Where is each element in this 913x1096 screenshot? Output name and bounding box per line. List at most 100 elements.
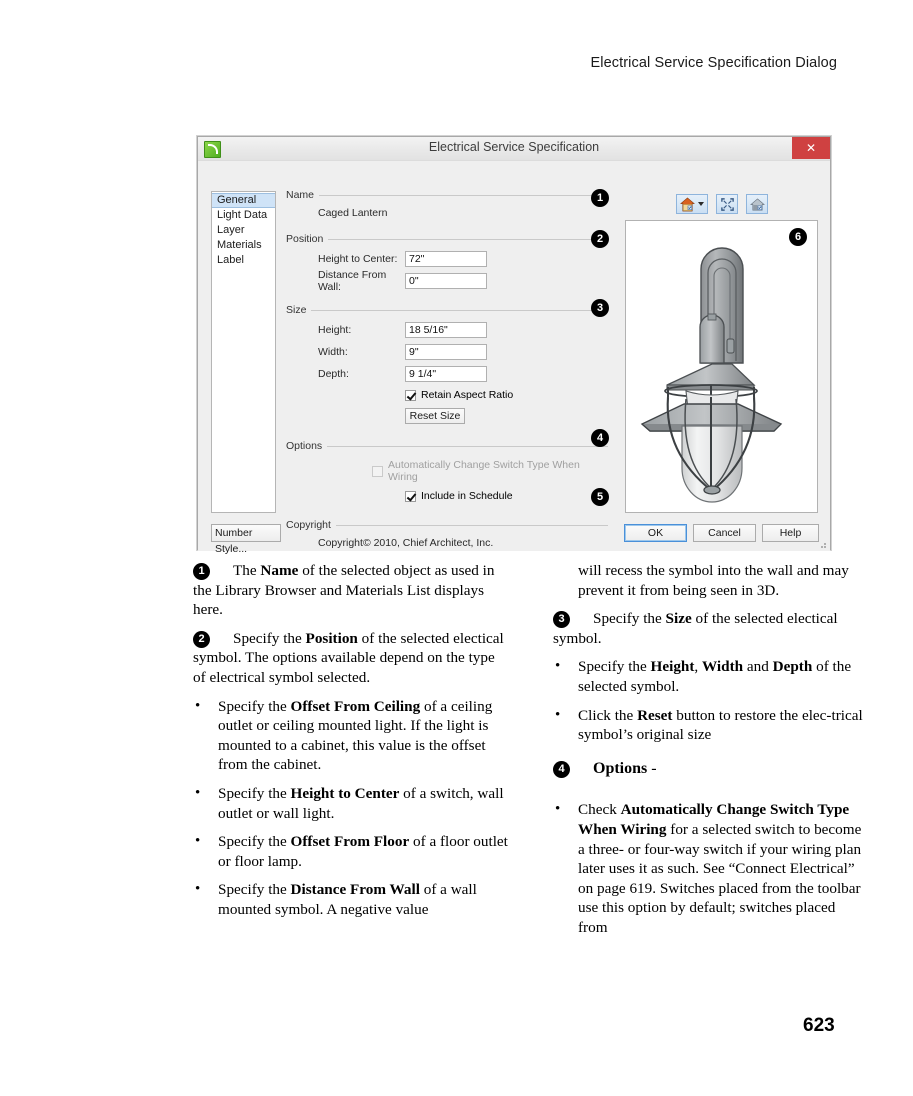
dialog-title-bar: Electrical Service Specification ✕ (198, 137, 830, 161)
dialog-body: General Light Data Layer Materials Label… (198, 161, 830, 555)
paragraph-text: Options - (593, 759, 657, 777)
checkbox-row-auto-change-switch-type: Automatically Change Switch Type When Wi… (372, 459, 608, 483)
paragraph-text: Specify the Position of the selected ele… (193, 629, 504, 686)
bullet-item: • Specify the Offset From Ceiling of a c… (193, 697, 508, 775)
bullet-text: Specify the Height to Center of a switch… (218, 784, 504, 822)
house-icon (680, 197, 695, 212)
label-retain-aspect-ratio: Retain Aspect Ratio (421, 389, 514, 401)
group-label-size: Size (286, 304, 312, 316)
fit-to-window-icon (721, 198, 734, 211)
close-icon[interactable]: ✕ (792, 137, 830, 159)
checkbox-include-in-schedule[interactable] (405, 490, 416, 502)
label-height-to-center: Height to Center: (318, 252, 398, 265)
category-item-general[interactable]: General (212, 193, 275, 208)
object-preview-panel[interactable] (625, 220, 818, 513)
paragraph-number-badge: 2 (193, 630, 210, 648)
number-style-button[interactable]: Number Style... (211, 524, 281, 555)
field-row-distance-from-wall: Distance From Wall: (318, 269, 608, 293)
numbered-paragraph-4: 4 Options - (553, 759, 868, 779)
category-item-label[interactable]: Label (212, 253, 275, 268)
group-header-position: Position (286, 233, 608, 245)
checkbox-row-retain-aspect-ratio[interactable]: Retain Aspect Ratio (405, 389, 608, 401)
cancel-button[interactable]: Cancel (693, 524, 756, 542)
input-width[interactable] (405, 343, 487, 360)
field-row-height-to-center: Height to Center: (318, 250, 608, 267)
caged-lantern-preview-image (640, 247, 783, 503)
bullet-text: Specify the Offset From Ceiling of a cei… (218, 697, 493, 774)
category-item-layer[interactable]: Layer (212, 223, 275, 238)
checkbox-retain-aspect-ratio[interactable] (405, 389, 416, 401)
label-height: Height: (318, 323, 352, 336)
callout-badge-2: 2 (591, 230, 609, 248)
bullet-item: • Specify the Offset From Floor of a flo… (193, 832, 508, 871)
checkbox-auto-change-switch-type (372, 465, 383, 477)
bullet-icon: • (195, 697, 201, 714)
field-row-depth: Depth: (318, 365, 608, 382)
numbered-paragraph-1: 1 The Name of the selected object as use… (193, 561, 508, 620)
bullet-text: Click the Reset button to restore the el… (578, 706, 863, 744)
body-column-left: 1 The Name of the selected object as use… (193, 561, 508, 929)
bullet-icon: • (555, 801, 561, 818)
body-column-right: will recess the symbol into the wall and… (553, 561, 868, 947)
page-header-title: Electrical Service Specification Dialog (590, 55, 837, 71)
group-header-name: Name (286, 189, 608, 201)
help-button[interactable]: Help (762, 524, 819, 542)
house-options-icon (750, 198, 765, 211)
view-options-button[interactable] (746, 194, 768, 214)
label-distance-from-wall: Distance From Wall: (318, 268, 387, 293)
paragraph-text: Specify the Size of the selected electic… (553, 610, 838, 647)
bullet-item: • Specify the Distance From Wall of a wa… (193, 880, 508, 919)
object-name-value: Caged Lantern (318, 207, 388, 219)
category-item-light-data[interactable]: Light Data (212, 208, 275, 223)
page-number: 623 (803, 1015, 835, 1036)
continuation-paragraph: will recess the symbol into the wall and… (578, 562, 849, 599)
bullet-icon: • (195, 784, 201, 801)
resize-grip-icon[interactable] (817, 539, 827, 549)
field-row-height: Height: (318, 321, 608, 338)
bullet-text: Specify the Height, Width and Depth of t… (578, 658, 852, 695)
copyright-text: Copyright© 2010, Chief Architect, Inc. (318, 537, 494, 549)
ok-button[interactable]: OK (624, 524, 687, 542)
input-distance-from-wall[interactable] (405, 272, 487, 289)
callout-badge-3: 3 (591, 299, 609, 317)
group-label-position: Position (286, 233, 329, 245)
group-header-copyright: Copyright (286, 519, 608, 531)
group-header-options: Options (286, 440, 608, 452)
paragraph-number-badge: 4 (553, 760, 570, 778)
label-include-in-schedule: Include in Schedule (421, 490, 513, 502)
checkbox-row-include-in-schedule[interactable]: Include in Schedule (405, 490, 608, 502)
group-rule-options (286, 446, 608, 447)
callout-badge-1: 1 (591, 189, 609, 207)
fill-window-button[interactable] (716, 194, 738, 214)
paragraph-text: The Name of the selected object as used … (193, 562, 495, 619)
bullet-item: • Click the Reset button to restore the … (553, 706, 868, 745)
input-height-to-center[interactable] (405, 250, 487, 267)
group-rule-size (286, 310, 608, 311)
numbered-paragraph-3: 3 Specify the Size of the selected elect… (553, 609, 868, 648)
group-header-size: Size (286, 304, 608, 316)
bullet-item: • Specify the Height, Width and Depth of… (553, 657, 868, 696)
bullet-text: Specify the Distance From Wall of a wall… (218, 881, 477, 918)
category-item-materials[interactable]: Materials (212, 238, 275, 253)
group-label-options: Options (286, 440, 328, 452)
reset-size-button[interactable]: Reset Size (405, 408, 465, 424)
numbered-paragraph-2: 2 Specify the Position of the selected e… (193, 629, 508, 688)
input-height[interactable] (405, 321, 487, 338)
callout-badge-4: 4 (591, 429, 609, 447)
label-depth: Depth: (318, 367, 349, 380)
settings-form: Name Caged Lantern Position Height to Ce… (286, 189, 608, 549)
category-list[interactable]: General Light Data Layer Materials Label (211, 191, 276, 513)
rendering-mode-button[interactable] (676, 194, 708, 214)
label-width: Width: (318, 345, 348, 358)
input-depth[interactable] (405, 365, 487, 382)
group-rule-position (286, 239, 608, 240)
callout-badge-6: 6 (789, 228, 807, 246)
preview-toolbar (676, 194, 768, 214)
bullet-text: Specify the Offset From Floor of a floor… (218, 833, 508, 870)
group-label-copyright: Copyright (286, 519, 336, 531)
chevron-down-icon[interactable] (698, 202, 704, 206)
bullet-icon: • (555, 658, 561, 675)
bullet-icon: • (195, 881, 201, 898)
callout-badge-5: 5 (591, 488, 609, 506)
label-auto-change-switch-type: Automatically Change Switch Type When Wi… (388, 459, 580, 483)
